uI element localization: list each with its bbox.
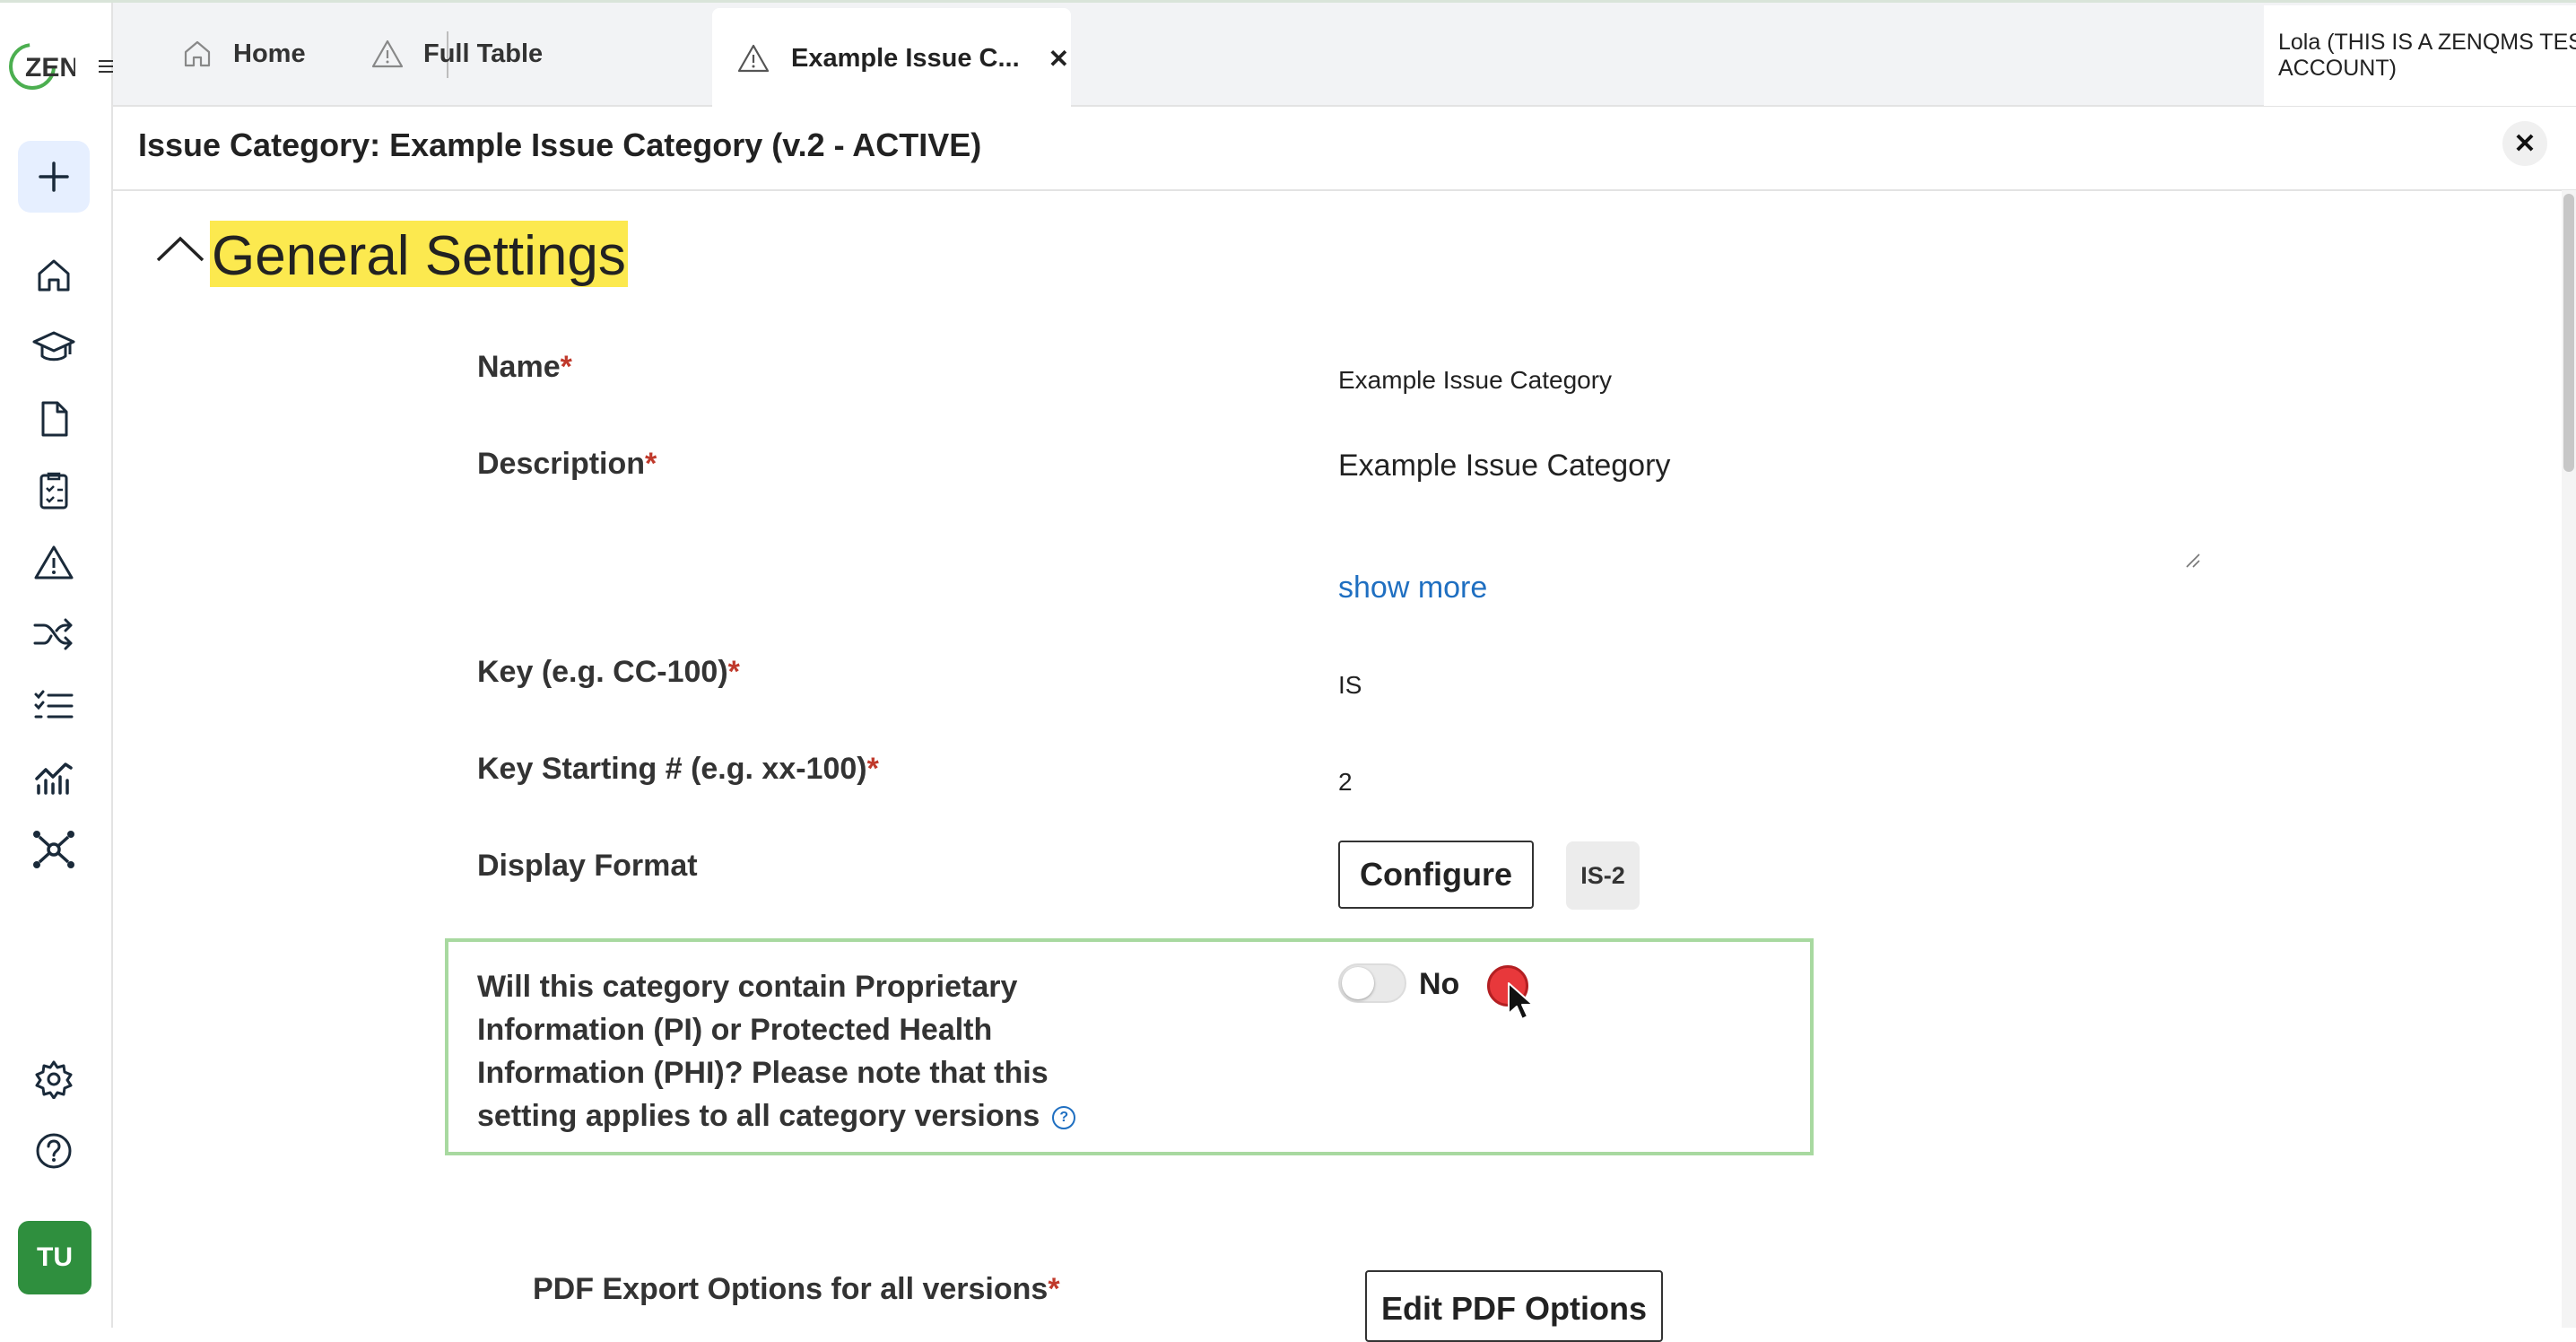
plus-icon — [39, 161, 69, 192]
name-value[interactable]: Example Issue Category — [1338, 366, 1612, 395]
zen-logo[interactable]: ZEN — [7, 39, 79, 94]
svg-text:ZEN: ZEN — [25, 53, 75, 83]
close-icon[interactable]: ✕ — [2502, 121, 2547, 166]
nav-issues-icon[interactable] — [29, 537, 79, 588]
configure-button[interactable]: Configure — [1338, 841, 1534, 909]
tab-full-table[interactable]: Full Table — [371, 3, 543, 105]
tab-example-issue-category[interactable]: Example Issue C... ✕ — [712, 8, 1071, 109]
create-new-button[interactable] — [18, 141, 90, 213]
nav-change-control-icon[interactable] — [29, 609, 79, 659]
tab-label: Example Issue C... — [791, 43, 1020, 73]
key-start-value[interactable]: 2 — [1338, 768, 1353, 797]
mouse-cursor-icon — [1508, 982, 1534, 1020]
pi-phi-setting-box: Will this category contain Proprietary I… — [445, 938, 1814, 1155]
help-icon[interactable]: ? — [1052, 1106, 1076, 1130]
pdf-export-label: PDF Export Options for all versions* — [533, 1272, 1060, 1306]
scrollbar-thumb[interactable] — [2563, 194, 2574, 472]
settings-gear-icon[interactable] — [29, 1054, 79, 1104]
description-label: Description* — [477, 447, 657, 481]
tab-home[interactable]: Home — [181, 3, 306, 105]
pi-phi-toggle-label: No — [1419, 967, 1460, 1001]
page-title: Issue Category: Example Issue Category (… — [138, 126, 982, 163]
pi-phi-toggle[interactable] — [1338, 963, 1406, 1003]
textarea-resize-handle-icon[interactable] — [2183, 551, 2201, 569]
toggle-knob — [1342, 967, 1374, 999]
key-value[interactable]: IS — [1338, 671, 1362, 700]
collapse-chevron-up-icon[interactable] — [154, 231, 206, 267]
tab-bar: Home Full Table Example Issue C... ✕ Lol… — [113, 3, 2576, 109]
home-icon — [184, 40, 211, 67]
warning-icon — [737, 44, 770, 73]
nav-reports-icon[interactable] — [29, 753, 79, 803]
nav-network-icon[interactable] — [29, 824, 79, 875]
nav-home-icon[interactable] — [29, 250, 79, 301]
page-header: Issue Category: Example Issue Category (… — [113, 105, 2576, 191]
show-more-link[interactable]: show more — [1338, 571, 1487, 606]
display-format-label: Display Format — [477, 849, 698, 883]
edit-pdf-options-button[interactable]: Edit PDF Options — [1365, 1270, 1663, 1342]
display-format-preview: IS-2 — [1566, 841, 1640, 910]
nav-training-icon[interactable] — [29, 322, 79, 372]
pi-phi-label: Will this category contain Proprietary I… — [477, 965, 1141, 1137]
key-start-label: Key Starting # (e.g. xx-100)* — [477, 752, 879, 786]
tab-label: Full Table — [423, 39, 544, 68]
section-title: General Settings — [210, 221, 628, 287]
nav-tasks-icon[interactable] — [29, 681, 79, 731]
nav-audit-icon[interactable] — [29, 466, 79, 516]
scrollbar[interactable] — [2562, 190, 2576, 1328]
user-menu[interactable]: Lola (THIS IS A ZENQMS TEST ACCOUNT) — [2264, 5, 2576, 106]
description-textarea[interactable]: Example Issue Category — [1338, 449, 1670, 484]
tab-label: Home — [233, 39, 306, 68]
name-label: Name* — [477, 350, 572, 384]
tab-close-icon[interactable]: ✕ — [1049, 44, 1069, 74]
warning-icon — [371, 39, 404, 68]
help-question-icon[interactable] — [29, 1126, 79, 1176]
user-name: Lola (THIS IS A ZENQMS TEST ACCOUNT) — [2278, 30, 2576, 81]
user-avatar[interactable]: TU — [18, 1221, 91, 1294]
nav-documents-icon[interactable] — [29, 394, 79, 444]
sidebar: ZEN TU — [0, 3, 115, 1328]
key-label: Key (e.g. CC-100)* — [477, 655, 740, 689]
